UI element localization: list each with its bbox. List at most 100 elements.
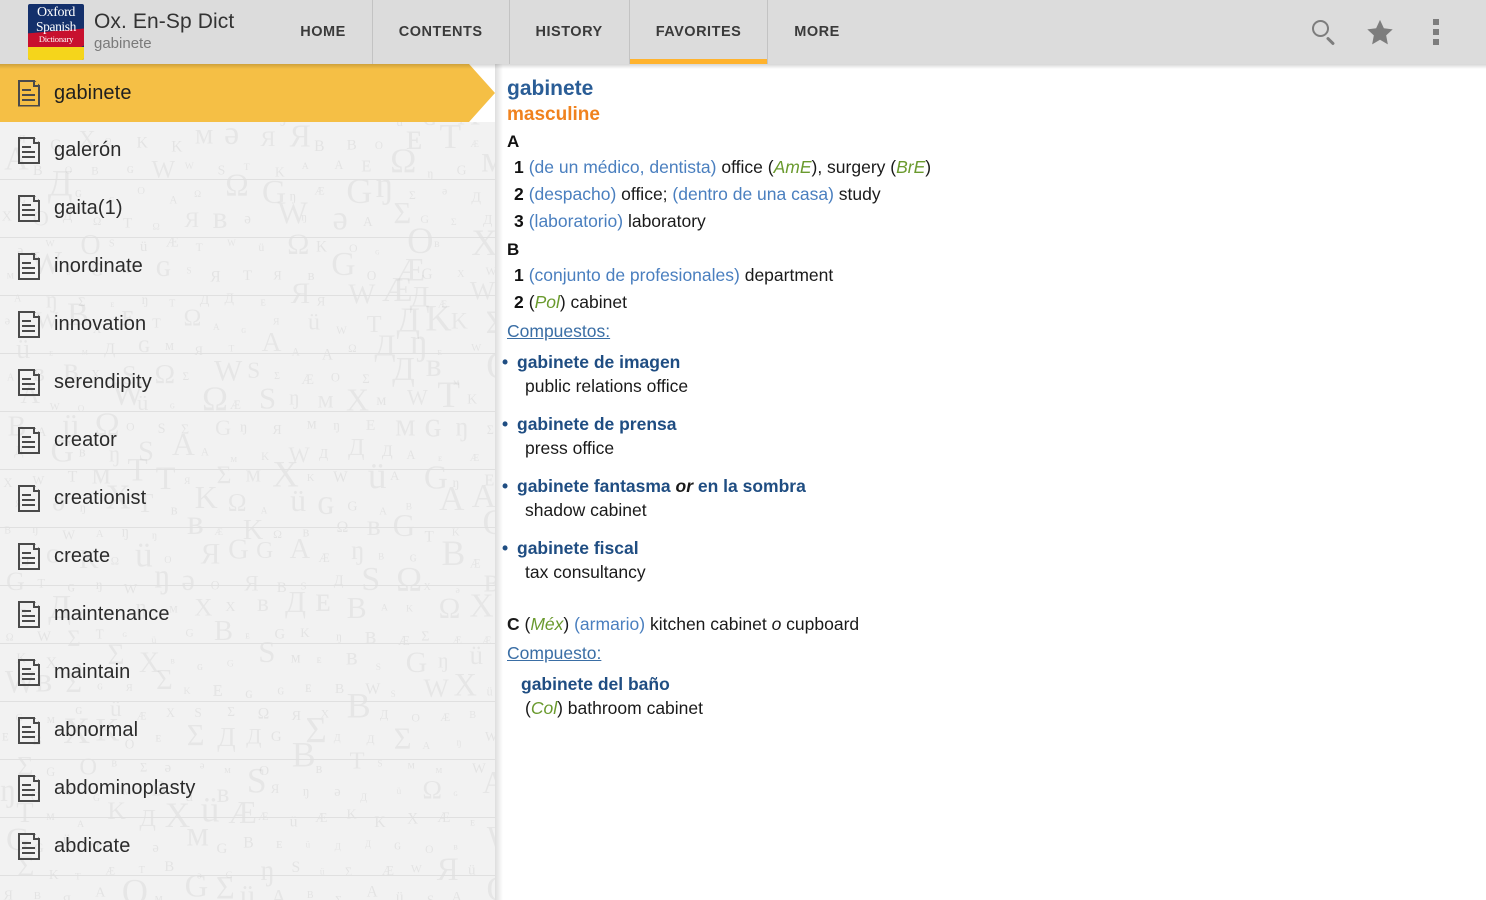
document-icon: [18, 543, 40, 570]
compound-headword-text: gabinete fiscal: [517, 538, 639, 558]
compound-headword[interactable]: gabinete de prensa: [502, 412, 1462, 436]
compound-headword[interactable]: gabinete fiscal: [502, 536, 1462, 560]
tab-home[interactable]: HOME: [274, 0, 372, 64]
app-header: Oxford Spanish Dictionary Ox. En-Sp Dict…: [0, 0, 1486, 64]
region-label: AmE: [773, 157, 812, 177]
svg-text:Я: Я: [4, 889, 13, 900]
compound-headword[interactable]: gabinete del baño: [507, 672, 1462, 696]
title-block: Ox. En-Sp Dict gabinete: [94, 10, 234, 54]
selection-notch: [469, 64, 495, 122]
sense-gloss: (despacho): [528, 184, 617, 204]
tab-label: CONTENTS: [398, 24, 483, 40]
document-icon: [18, 833, 40, 860]
sense-gloss: (de un médico, dentista): [528, 157, 717, 177]
list-item[interactable]: gaita(1): [0, 180, 495, 238]
sense-gloss: (armario): [574, 614, 646, 634]
header-actions: [1296, 0, 1486, 64]
list-item-label: gabinete: [54, 81, 132, 104]
svg-text:ᴍ: ᴍ: [200, 893, 223, 900]
tab-label: HOME: [300, 24, 346, 40]
sense-number: 2: [514, 184, 524, 204]
compuestos-link[interactable]: Compuestos:: [507, 316, 610, 346]
search-icon: [1311, 19, 1337, 46]
definition-panel: gabinete masculine A 1 (de un médico, dent…: [495, 64, 1486, 900]
svg-text:B: B: [34, 890, 41, 900]
list-item-label: creationist: [54, 487, 147, 509]
svg-text:A: A: [95, 885, 106, 900]
sense-line: 2 (despacho) office; (dentro de una casa)…: [507, 181, 1462, 208]
overflow-menu-button[interactable]: [1408, 0, 1464, 64]
sense-group-letter: A: [507, 132, 520, 151]
tab-label: FAVORITES: [655, 24, 742, 40]
list-item[interactable]: innovation: [0, 296, 495, 354]
compound-block: gabinete de prensa press office: [502, 412, 1462, 461]
tab-history[interactable]: HISTORY: [508, 0, 629, 64]
list-item-label: abdominoplasty: [54, 777, 196, 799]
list-item-label: abnormal: [54, 719, 139, 741]
list-item[interactable]: abdicate: [0, 818, 495, 876]
list-item[interactable]: inordinate: [0, 238, 495, 296]
svg-text:ᴍ: ᴍ: [155, 891, 163, 900]
list-item[interactable]: galerón: [0, 122, 495, 180]
list-item-label: maintenance: [54, 603, 170, 625]
star-icon: [1367, 19, 1393, 44]
compound-translation: tax consultancy: [525, 562, 646, 582]
compound-headword[interactable]: gabinete de imagen: [502, 350, 1462, 374]
list-item-label: maintain: [54, 661, 131, 683]
app-title: Ox. En-Sp Dict: [94, 10, 235, 33]
compound-block: gabinete fiscal tax consultancy: [502, 536, 1462, 585]
svg-text:Σ: Σ: [335, 892, 342, 900]
list-item[interactable]: maintain: [0, 644, 495, 702]
logo-line-2: Spanish: [36, 19, 76, 35]
translation-text: department: [739, 265, 834, 285]
list-item-label: innovation: [54, 313, 147, 335]
tab-label: MORE: [794, 24, 840, 40]
document-icon: [18, 601, 40, 628]
list-item[interactable]: create: [0, 528, 495, 586]
entry-headword: gabinete: [507, 77, 594, 100]
svg-text:A: A: [271, 885, 288, 900]
list-item-label: galerón: [54, 139, 122, 161]
sense-line-c: C (Méx) (armario) kitchen cabinet o cupb…: [507, 611, 1462, 638]
sense-gloss: (laboratorio): [528, 211, 624, 231]
document-icon: [18, 717, 40, 744]
list-item[interactable]: maintenance: [0, 586, 495, 644]
compound-headword-text: gabinete de imagen: [517, 352, 681, 372]
compound-headword-variant-b: en la sombra: [697, 476, 806, 496]
list-item[interactable]: gabinete: [0, 64, 495, 122]
list-item[interactable]: creator: [0, 412, 495, 470]
compound-headword[interactable]: gabinete fantasma or en la sombra: [502, 474, 1462, 498]
tab-contents[interactable]: CONTENTS: [371, 0, 509, 64]
translation-text: office;: [616, 184, 673, 204]
compound-translation: press office: [525, 438, 615, 458]
list-item[interactable]: serendipity: [0, 354, 495, 412]
sense-gloss: (dentro de una casa): [672, 184, 834, 204]
compound-translation: public relations office: [525, 376, 689, 396]
search-button[interactable]: [1296, 0, 1352, 64]
list-item[interactable]: abnormal: [0, 702, 495, 760]
translation-text: ) bathroom cabinet: [557, 698, 704, 718]
compound-block: gabinete de imagen public relations offic…: [502, 350, 1462, 399]
document-icon: [18, 311, 40, 338]
entry-body: A 1 (de un médico, dentista) office (AmE),…: [502, 129, 1462, 721]
list-item[interactable]: creationist: [0, 470, 495, 528]
compound-or-separator: or: [670, 476, 698, 496]
tab-favorites[interactable]: FAVORITES: [628, 0, 768, 64]
logo-line-3: Dictionary: [38, 34, 74, 45]
svg-text:S: S: [348, 896, 367, 900]
logo-line-1: Oxford: [36, 5, 76, 20]
document-icon: [18, 195, 40, 222]
document-icon: [18, 659, 40, 686]
logo-yellow-band: [28, 47, 84, 60]
list-item[interactable]: abdominoplasty: [0, 760, 495, 818]
svg-text:B: B: [307, 890, 314, 900]
favorites-button[interactable]: [1352, 0, 1408, 64]
svg-text:ü: ü: [396, 889, 404, 900]
tab-more[interactable]: MORE: [767, 0, 866, 64]
compound-translation: shadow cabinet: [525, 500, 647, 520]
list-item-label: serendipity: [54, 371, 152, 393]
sense-line: 3 (laboratorio) laboratory: [507, 208, 1462, 235]
region-label: Méx: [530, 614, 564, 634]
sense-group-letter: C: [507, 614, 520, 634]
compuesto-link[interactable]: Compuesto:: [507, 638, 601, 668]
